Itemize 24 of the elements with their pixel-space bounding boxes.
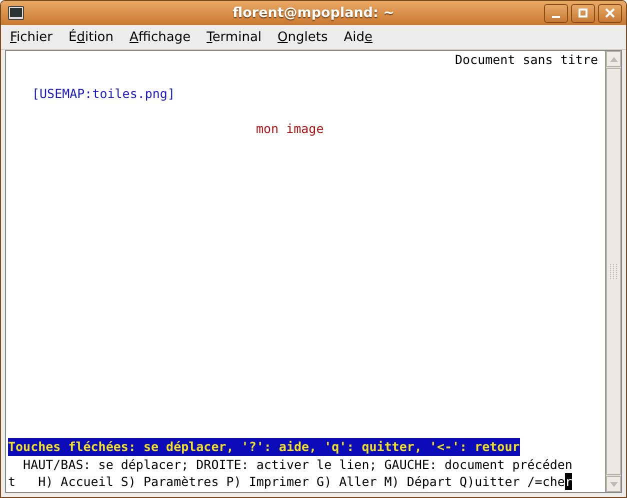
menu-item[interactable]: Fichier: [5, 30, 60, 44]
maximize-icon: [578, 8, 588, 18]
minimize-icon: [552, 16, 560, 18]
up-arrow-icon: [610, 56, 618, 62]
window-title: florent@mpopland: ~: [232, 5, 394, 21]
close-button[interactable]: [598, 4, 622, 22]
scroll-up-button[interactable]: [606, 51, 621, 67]
image-map-link[interactable]: [USEMAP:toiles.png]: [32, 85, 175, 103]
menu-item[interactable]: Affichage: [122, 30, 199, 44]
document-title: Document sans titre: [455, 51, 598, 68]
command-line: t H) Accueil S) Paramètres P) Imprimer G) Aller M) Départ Q)uitter /=che: [8, 472, 565, 490]
menu-item[interactable]: Terminal: [198, 30, 270, 44]
minimize-button[interactable]: [544, 4, 568, 22]
text-cursor: r: [564, 472, 572, 490]
terminal-icon: [8, 6, 24, 20]
menu-item[interactable]: Onglets: [270, 30, 336, 44]
menu-item[interactable]: Édition: [60, 30, 122, 44]
image-alt-text: mon image: [256, 120, 324, 137]
help-line: HAUT/BAS: se déplacer; DROITE: activer le lien; GAUCHE: document précéden: [22, 456, 572, 473]
menu-item[interactable]: Aide: [336, 30, 381, 44]
down-arrow-icon: [610, 482, 618, 486]
maximize-button[interactable]: [571, 4, 595, 22]
scroll-down-button[interactable]: [606, 476, 621, 492]
close-icon: [605, 8, 615, 18]
